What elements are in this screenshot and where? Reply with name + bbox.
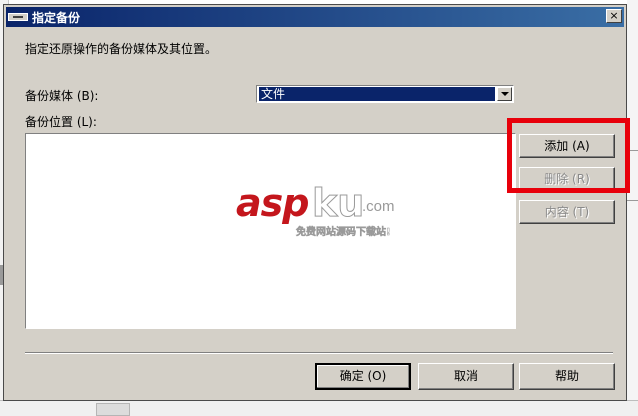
backup-media-value: 文件 xyxy=(259,87,495,101)
instruction-text: 指定还原操作的备份媒体及其位置。 xyxy=(25,42,218,56)
specify-backup-dialog: 指定备份 × 指定还原操作的备份媒体及其位置。 备份媒体 (B): 文件 备份位… xyxy=(3,4,627,401)
background-divider xyxy=(627,200,638,201)
annotation-highlight-box xyxy=(507,118,630,193)
title-bar[interactable]: 指定备份 × xyxy=(6,7,624,27)
watermark-tagline: 免费网站源码下载站! xyxy=(296,227,391,239)
watermark-domain: .com xyxy=(362,198,395,215)
cancel-button[interactable]: 取消 xyxy=(418,363,514,390)
watermark-logo: asp ku .com 免费网站源码下载站! xyxy=(236,183,416,243)
backup-location-list[interactable]: asp ku .com 免费网站源码下载站! xyxy=(25,133,516,329)
backup-location-label: 备份位置 (L): xyxy=(25,115,97,129)
watermark-brand-red: asp xyxy=(236,181,309,225)
contents-button[interactable]: 内容 (T) xyxy=(519,200,615,224)
background-window-right xyxy=(627,0,638,415)
footer-separator xyxy=(25,352,613,354)
help-button[interactable]: 帮助 xyxy=(519,363,615,390)
window-icon xyxy=(8,13,28,21)
close-button[interactable]: × xyxy=(606,9,622,23)
watermark-brand-gray: ku xyxy=(311,181,365,225)
ok-button[interactable]: 确定 (O) xyxy=(315,363,411,390)
dropdown-arrow-icon[interactable] xyxy=(497,87,512,101)
background-status-strip xyxy=(0,400,638,416)
backup-media-label: 备份媒体 (B): xyxy=(25,89,99,103)
backup-media-select[interactable]: 文件 xyxy=(256,85,514,103)
background-cell xyxy=(96,403,130,416)
dialog-title: 指定备份 xyxy=(32,11,81,25)
